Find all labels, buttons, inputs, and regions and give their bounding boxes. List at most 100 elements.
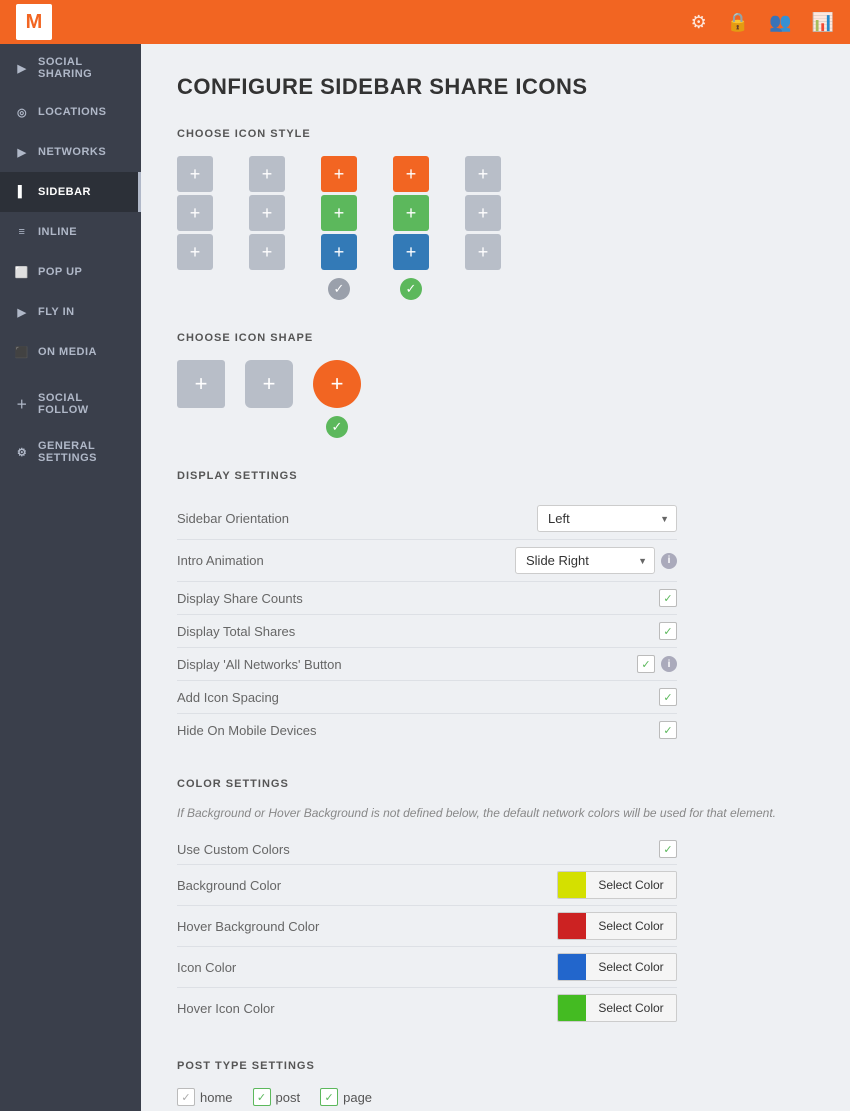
sidebar-item-popup[interactable]: ⬜ Pop Up (0, 252, 141, 292)
all-networks-checkbox[interactable]: ✓ (637, 655, 655, 673)
inline-icon: ≡ (14, 224, 30, 240)
sidebar-item-social-follow[interactable]: ＋ Social Follow (0, 380, 141, 428)
icon-btn: + (393, 195, 429, 231)
animation-select[interactable]: Slide Right Slide Left None (515, 547, 655, 574)
icon-btn: + (321, 195, 357, 231)
icon-spacing-checkbox[interactable]: ✓ (659, 688, 677, 706)
setting-control-total-shares: ✓ (659, 622, 677, 640)
sidebar-item-label: Fly In (38, 306, 75, 318)
icon-btn: + (177, 156, 213, 192)
sidebar-item-label: General Settings (38, 440, 127, 464)
hide-mobile-checkbox[interactable]: ✓ (659, 721, 677, 739)
all-networks-info-icon[interactable]: i (661, 656, 677, 672)
icon-btn: + (249, 234, 285, 270)
icon-btn: + (249, 195, 285, 231)
setting-row-total-shares: Display Total Shares ✓ (177, 615, 677, 648)
flyin-icon: ▶ (14, 304, 30, 320)
hover-icon-color-picker[interactable]: Select Color (557, 994, 677, 1022)
sidebar-item-label: Social Sharing (38, 56, 127, 80)
sidebar-item-sidebar[interactable]: ▌ Sidebar (0, 172, 141, 212)
post-type-row: ✓ home ✓ post ✓ page (177, 1088, 814, 1106)
icon-style-option-4[interactable]: + + + ✓ (393, 156, 429, 300)
lock-icon[interactable]: 🔒 (727, 12, 749, 33)
settings-icon: ⚙ (14, 444, 30, 460)
sidebar-item-inline[interactable]: ≡ Inline (0, 212, 141, 252)
users-icon[interactable]: 👥 (769, 12, 791, 33)
setting-label-orientation: Sidebar Orientation (177, 511, 525, 526)
main-content: Configure Sidebar Share Icons Choose Ico… (141, 44, 850, 1111)
hover-icon-label: Hover Icon Color (177, 1001, 545, 1016)
gear-icon[interactable]: ⚙ (691, 12, 707, 33)
sidebar-item-fly-in[interactable]: ▶ Fly In (0, 292, 141, 332)
color-settings-title: Color Settings (177, 778, 814, 790)
chart-icon[interactable]: 📊 (812, 12, 834, 33)
post-type-post-label: post (276, 1090, 301, 1105)
icon-stack-2: + + + (249, 156, 285, 270)
icon-stack-3: + + + (321, 156, 357, 270)
post-type-page-label: page (343, 1090, 372, 1105)
setting-row-orientation: Sidebar Orientation Left Right (177, 498, 677, 540)
setting-control-icon-spacing: ✓ (659, 688, 677, 706)
setting-control-all-networks: ✓ i (637, 655, 677, 673)
icon-color-picker[interactable]: Select Color (557, 953, 677, 981)
sidebar-item-social-sharing[interactable]: ▶ Social Sharing (0, 44, 141, 92)
hover-icon-swatch (558, 994, 586, 1022)
share-counts-checkbox[interactable]: ✓ (659, 589, 677, 607)
icon-stack-1: + + + (177, 156, 213, 270)
use-custom-checkbox[interactable]: ✓ (659, 840, 677, 858)
icon-style-option-1[interactable]: + + + (177, 156, 213, 270)
icon-shape-option-rounded[interactable]: + (245, 360, 293, 408)
icon-btn: + (321, 156, 357, 192)
setting-control-share-counts: ✓ (659, 589, 677, 607)
icon-style-option-2[interactable]: + + + (249, 156, 285, 270)
post-type-page: ✓ page (320, 1088, 372, 1106)
shape-btn-rounded: + (245, 360, 293, 408)
icon-btn: + (177, 195, 213, 231)
background-color-picker[interactable]: Select Color (557, 871, 677, 899)
orientation-select-wrapper: Left Right (537, 505, 677, 532)
setting-row-all-networks: Display 'All Networks' Button ✓ i (177, 648, 677, 681)
orientation-select[interactable]: Left Right (537, 505, 677, 532)
hover-bg-color-picker[interactable]: Select Color (557, 912, 677, 940)
icon-btn: + (393, 234, 429, 270)
animation-info-icon[interactable]: i (661, 553, 677, 569)
total-shares-checkbox[interactable]: ✓ (659, 622, 677, 640)
hover-icon-color-row: Hover Icon Color Select Color (177, 988, 677, 1028)
shape-check-selected: ✓ (326, 416, 348, 438)
icon-color-btn-label: Select Color (586, 954, 676, 980)
sidebar-item-on-media[interactable]: ⬛ On Media (0, 332, 141, 372)
sidebar-item-networks[interactable]: ▶ Networks (0, 132, 141, 172)
icon-style-option-5[interactable]: + + + (465, 156, 501, 270)
setting-label-total-shares: Display Total Shares (177, 624, 647, 639)
icon-color-row: Icon Color Select Color (177, 947, 677, 988)
hover-bg-swatch (558, 912, 586, 940)
use-custom-control: ✓ (659, 840, 677, 858)
post-type-home-checkbox[interactable]: ✓ (177, 1088, 195, 1106)
background-color-row: Background Color Select Color (177, 865, 677, 906)
post-type-home-label: home (200, 1090, 233, 1105)
icon-style-section: Choose Icon Style + + + + + + (177, 128, 814, 300)
hover-icon-btn-label: Select Color (586, 995, 676, 1021)
setting-row-hide-mobile: Hide On Mobile Devices ✓ (177, 714, 677, 746)
icon-shape-option-circle[interactable]: + ✓ (313, 360, 361, 438)
icon-style-option-3[interactable]: + + + ✓ (321, 156, 357, 300)
setting-label-icon-spacing: Add Icon Spacing (177, 690, 647, 705)
sidebar-item-general-settings[interactable]: ⚙ General Settings (0, 428, 141, 476)
icon-stack-4: + + + (393, 156, 429, 270)
post-type-page-checkbox[interactable]: ✓ (320, 1088, 338, 1106)
icon-shape-option-square[interactable]: + (177, 360, 225, 408)
icon-btn: + (177, 234, 213, 270)
sidebar-item-locations[interactable]: ◎ Locations (0, 92, 141, 132)
post-type-title: Post Type Settings (177, 1060, 814, 1072)
setting-row-icon-spacing: Add Icon Spacing ✓ (177, 681, 677, 714)
sidebar-item-label: Pop Up (38, 266, 82, 278)
hover-bg-btn-label: Select Color (586, 913, 676, 939)
icon-btn: + (465, 234, 501, 270)
color-settings-table: Use Custom Colors ✓ Background Color Sel… (177, 834, 677, 1028)
sidebar-item-label: On Media (38, 346, 97, 358)
hover-bg-color-row: Hover Background Color Select Color (177, 906, 677, 947)
setting-row-share-counts: Display Share Counts ✓ (177, 582, 677, 615)
popup-icon: ⬜ (14, 264, 30, 280)
post-type-post-checkbox[interactable]: ✓ (253, 1088, 271, 1106)
check-indicator-selected: ✓ (400, 278, 422, 300)
